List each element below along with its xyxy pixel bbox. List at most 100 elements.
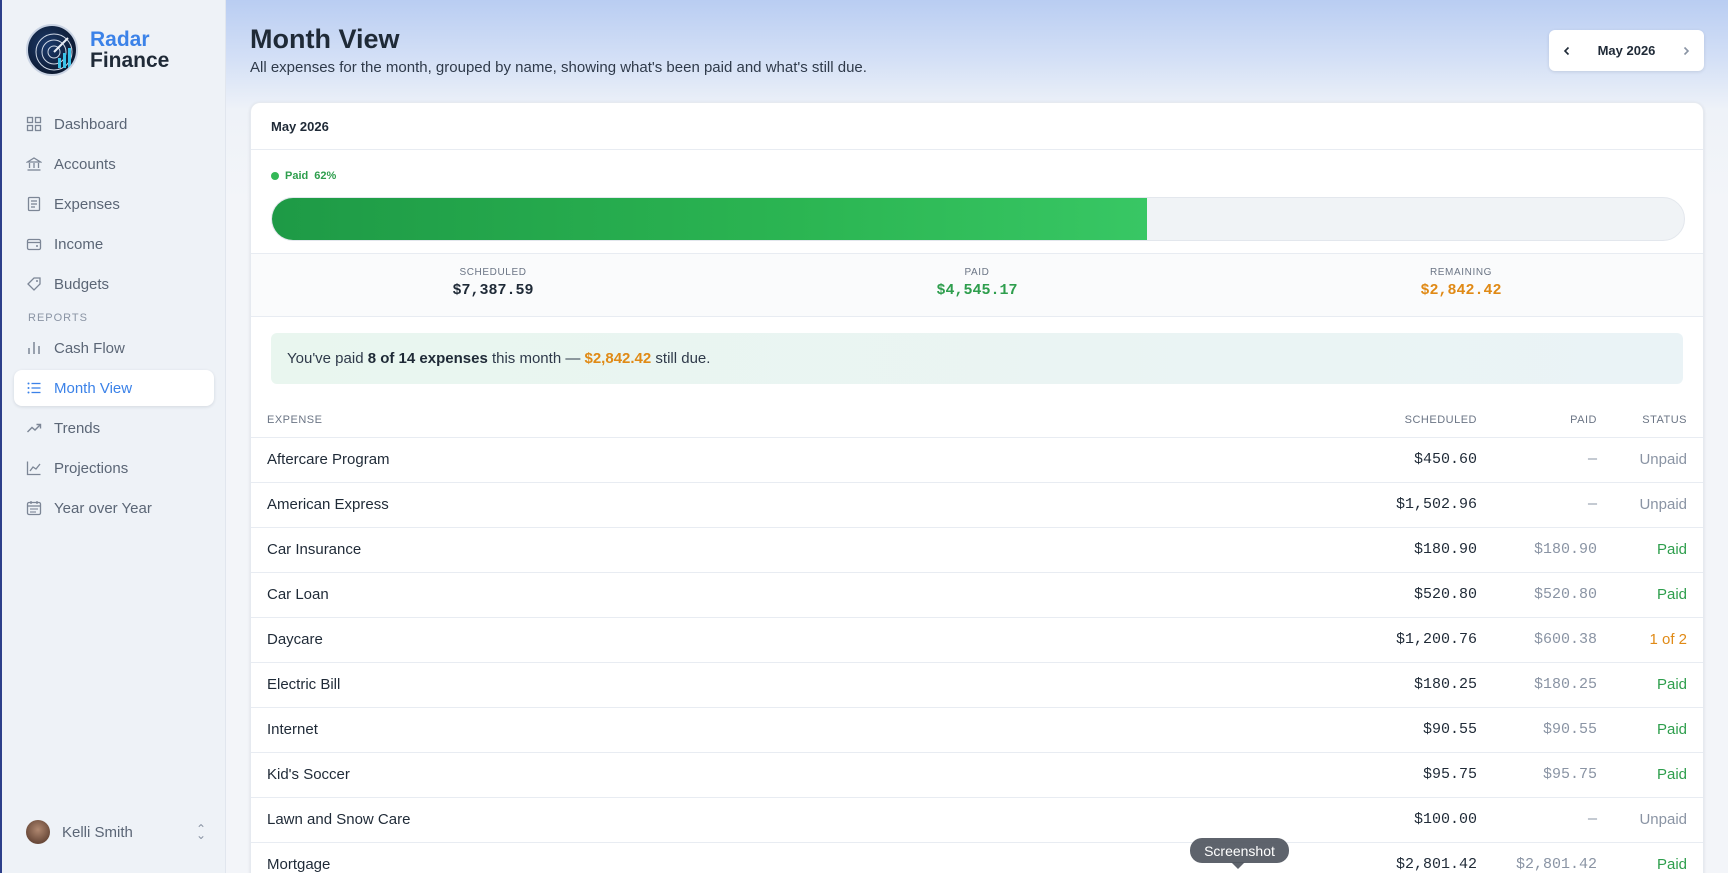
sidebar-item-income[interactable]: Income bbox=[14, 226, 214, 262]
remaining-label: REMAINING bbox=[1429, 267, 1493, 278]
table-row[interactable]: Daycare $1,200.76 $600.38 1 of 2 bbox=[251, 617, 1703, 663]
paid-value: $4,545.17 bbox=[936, 282, 1018, 299]
summary-stats: SCHEDULED $7,387.59 PAID $4,545.17 REMAI… bbox=[251, 254, 1703, 317]
status-label: Unpaid bbox=[1597, 797, 1703, 843]
table-header-row: EXPENSE SCHEDULED PAID STATUS bbox=[251, 404, 1703, 438]
sidebar: Radar Finance Dashboard Accounts Expense… bbox=[2, 0, 226, 873]
scheduled-amount: $90.55 bbox=[1317, 707, 1477, 753]
sidebar-item-cash-flow[interactable]: Cash Flow bbox=[14, 330, 214, 366]
month-summary-card: May 2026 Paid 62% SCHEDULED $7,387.59 PA… bbox=[250, 102, 1704, 873]
paid-label: PAID bbox=[964, 267, 990, 278]
brand-name-finance: Finance bbox=[90, 49, 170, 72]
sidebar-item-dashboard[interactable]: Dashboard bbox=[14, 106, 214, 142]
sidebar-item-label: Dashboard bbox=[54, 115, 128, 133]
cash-flow-icon bbox=[28, 342, 40, 354]
column-header-expense[interactable]: EXPENSE bbox=[251, 404, 1317, 438]
expenses-icon bbox=[27, 196, 41, 212]
status-label: Paid bbox=[1597, 752, 1703, 798]
scheduled-amount: $520.80 bbox=[1317, 572, 1477, 618]
user-name: Kelli Smith bbox=[62, 823, 133, 841]
expense-name: Daycare bbox=[251, 617, 1317, 663]
sidebar-item-label: Month View bbox=[54, 379, 133, 397]
scheduled-amount: $95.75 bbox=[1317, 752, 1477, 798]
scheduled-amount: $100.00 bbox=[1317, 797, 1477, 843]
table-row[interactable]: Car Loan $520.80 $520.80 Paid bbox=[251, 572, 1703, 618]
status-label: Unpaid bbox=[1597, 437, 1703, 483]
expense-name: Mortgage bbox=[251, 842, 1317, 873]
scheduled-amount: $180.25 bbox=[1317, 662, 1477, 708]
status-label: Paid bbox=[1597, 527, 1703, 573]
table-row[interactable]: Car Insurance $180.90 $180.90 Paid bbox=[251, 527, 1703, 573]
main-content: Month View All expenses for the month, g… bbox=[226, 0, 1728, 873]
sidebar-item-projections[interactable]: Projections bbox=[14, 450, 214, 486]
status-label: Paid bbox=[1597, 842, 1703, 873]
current-month-label[interactable]: May 2026 bbox=[1598, 43, 1656, 58]
expense-name: Aftercare Program bbox=[251, 437, 1317, 483]
expense-name: Electric Bill bbox=[251, 662, 1317, 708]
page-title: Month View bbox=[250, 24, 400, 54]
table-row[interactable]: American Express $1,502.96— Unpaid bbox=[251, 482, 1703, 528]
status-label: Paid bbox=[1597, 662, 1703, 708]
table-row[interactable]: Kid's Soccer $95.75 $95.75 Paid bbox=[251, 752, 1703, 798]
paid-dot-icon bbox=[271, 172, 279, 180]
status-label: Unpaid bbox=[1597, 482, 1703, 528]
chevron-left-icon bbox=[1563, 46, 1570, 55]
table-row[interactable]: Mortgage $2,801.42 $2,801.42 Paid bbox=[251, 842, 1703, 873]
dashboard-icon bbox=[26, 116, 42, 132]
previous-month-button[interactable] bbox=[1559, 43, 1575, 59]
column-header-paid[interactable]: PAID bbox=[1477, 404, 1597, 438]
paid-amount: $600.38 bbox=[1477, 617, 1597, 663]
projections-icon bbox=[26, 461, 41, 476]
scheduled-amount: $180.90 bbox=[1317, 527, 1477, 573]
sidebar-item-budgets[interactable]: Budgets bbox=[14, 266, 214, 302]
table-row[interactable]: Lawn and Snow Care $100.00— Unpaid bbox=[251, 797, 1703, 843]
summary-paid: PAID $4,545.17 bbox=[735, 254, 1219, 316]
sidebar-item-month-view[interactable]: Month View bbox=[14, 370, 214, 406]
expense-name: Internet bbox=[251, 707, 1317, 753]
month-view-icon bbox=[27, 382, 41, 394]
column-header-status[interactable]: STATUS bbox=[1597, 404, 1703, 438]
paid-legend-label: Paid bbox=[285, 170, 309, 182]
sidebar-nav: Dashboard Accounts Expenses Income Budge… bbox=[14, 106, 214, 530]
table-row[interactable]: Internet $90.55 $90.55 Paid bbox=[251, 707, 1703, 753]
sidebar-item-label: Accounts bbox=[54, 155, 116, 173]
paid-amount: $180.25 bbox=[1477, 662, 1597, 708]
paid-amount: — bbox=[1477, 482, 1597, 528]
scheduled-value: $7,387.59 bbox=[452, 282, 534, 299]
sidebar-item-label: Trends bbox=[54, 419, 101, 437]
column-header-scheduled[interactable]: SCHEDULED bbox=[1317, 404, 1477, 438]
notice-amount: $2,842.42 bbox=[584, 350, 652, 367]
notice-prefix: You've paid bbox=[287, 350, 368, 367]
user-menu[interactable]: Kelli Smith ⌃ ⌄ bbox=[26, 820, 206, 844]
notice-middle: this month — bbox=[487, 350, 585, 367]
scheduled-amount: $1,502.96 bbox=[1317, 482, 1477, 528]
card-title: May 2026 bbox=[251, 103, 1703, 150]
brand[interactable]: Radar Finance bbox=[26, 24, 169, 76]
paid-percent: 62% bbox=[314, 170, 337, 182]
brand-name-radar: Radar bbox=[90, 28, 150, 51]
month-picker: May 2026 bbox=[1549, 30, 1704, 71]
table-row[interactable]: Electric Bill $180.25 $180.25 Paid bbox=[251, 662, 1703, 708]
scheduled-amount: $450.60 bbox=[1317, 437, 1477, 483]
avatar bbox=[26, 820, 50, 844]
sidebar-item-trends[interactable]: Trends bbox=[14, 410, 214, 446]
next-month-button[interactable] bbox=[1678, 43, 1694, 59]
sidebar-item-accounts[interactable]: Accounts bbox=[14, 146, 214, 182]
table-row[interactable]: Aftercare Program $450.60— Unpaid bbox=[251, 437, 1703, 483]
sidebar-item-year-over-year[interactable]: Year over Year bbox=[14, 490, 214, 526]
trends-icon bbox=[27, 423, 42, 433]
income-icon bbox=[26, 238, 42, 251]
expense-name: American Express bbox=[251, 482, 1317, 528]
expenses-table: EXPENSE SCHEDULED PAID STATUS Aftercare … bbox=[251, 404, 1703, 873]
brand-logo bbox=[26, 24, 78, 76]
sidebar-item-label: Projections bbox=[54, 459, 129, 477]
payment-notice: You've paid 8 of 14 expenses this month … bbox=[271, 333, 1683, 384]
paid-amount: — bbox=[1477, 797, 1597, 843]
sidebar-item-label: Cash Flow bbox=[54, 339, 125, 357]
paid-legend: Paid 62% bbox=[271, 169, 1683, 183]
year-over-year-icon bbox=[26, 501, 42, 516]
expense-name: Car Loan bbox=[251, 572, 1317, 618]
expense-name: Car Insurance bbox=[251, 527, 1317, 573]
reports-section-heading: REPORTS bbox=[28, 312, 88, 324]
sidebar-item-expenses[interactable]: Expenses bbox=[14, 186, 214, 222]
